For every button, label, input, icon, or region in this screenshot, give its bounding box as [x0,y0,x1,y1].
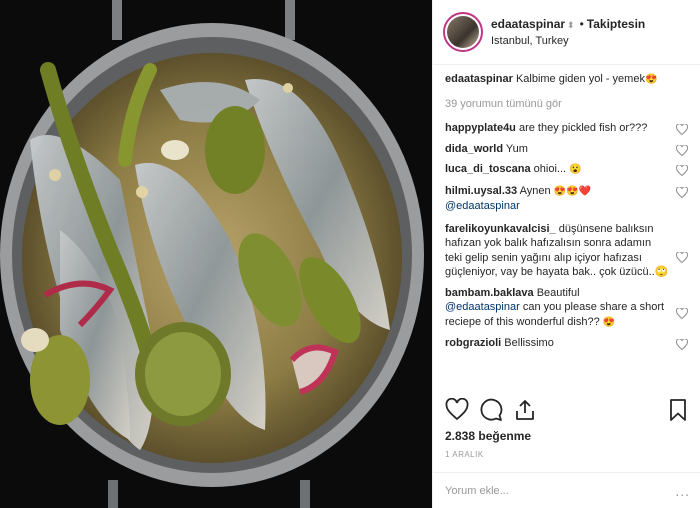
like-comment-heart-icon[interactable] [676,165,688,176]
view-all-comments-link[interactable]: 39 yorumun tümünü gör [445,97,688,112]
caption-text: Kalbime giden yol - yemek [515,73,645,85]
comment-item: bambam.baklava Beautiful @edaataspinar c… [445,286,688,331]
comment-emoji: 😍😍❤️ [553,185,592,197]
comment-username[interactable]: happyplate4u [445,122,516,134]
comment-text: Yum [505,142,528,155]
comment-item: farelikoyunkavalcisi_ düşünsene balıksın… [445,222,688,280]
separator-dot: • [579,16,584,31]
comment-input[interactable] [445,484,676,497]
comment-username[interactable]: dida_world [445,143,503,155]
comment-text: Bellissimo [504,337,554,349]
action-bar [445,396,690,424]
like-comment-heart-icon[interactable] [676,124,688,135]
comment-item: happyplate4u are they pickled fish or??? [445,121,688,136]
caption-emoji: 😍 [644,74,658,85]
comment-text: are they pickled fish or??? [518,122,648,134]
more-options-icon[interactable]: ... [675,483,690,499]
bookmark-icon[interactable] [666,398,690,422]
comment-emoji: 😍 [602,316,616,328]
like-comment-heart-icon[interactable] [676,251,688,263]
location-link[interactable]: Istanbul, Turkey [491,33,645,49]
like-comment-heart-icon[interactable] [676,307,688,319]
like-comment-heart-icon[interactable] [676,339,688,350]
comment-item: dida_world Yum [445,142,688,157]
comment-text: Aynen [519,184,551,197]
comment-list: edaataspinar Kalbime giden yol - yemek😍 … [433,66,700,388]
likes-count[interactable]: 2.838 beğenme [445,429,531,443]
post-date: 1 ARALIK [445,450,484,459]
comment-text: ohioi... [533,163,567,175]
avatar[interactable] [443,12,483,52]
comment-text: Beautiful [536,286,580,299]
instagram-post: edaataspinar ⬍ • Takiptesin Istanbul, Turke… [0,0,700,508]
caption: edaataspinar Kalbime giden yol - yemek😍 [445,72,688,88]
comment-mention[interactable]: @edaataspinar [445,301,520,313]
comment-username[interactable]: robgrazioli [445,337,501,349]
comment-item: luca_di_toscana ohioi... 😮 [445,162,688,178]
post-sidebar: edaataspinar ⬍ • Takiptesin Istanbul, Turke… [432,0,700,508]
comment-icon[interactable] [479,398,503,422]
like-comment-heart-icon[interactable] [676,186,688,198]
comment-emoji: 😮 [569,164,582,175]
fish-dish-image [0,0,432,508]
heart-icon[interactable] [445,398,469,422]
header-username[interactable]: edaataspinar [491,17,565,31]
comment-item: robgrazioli Bellissimo [445,336,688,351]
like-comment-heart-icon[interactable] [676,144,688,156]
comment-item: hilmi.uysal.33 Aynen 😍😍❤️ @edaataspinar [445,184,688,214]
comment-composer: ... [433,472,700,508]
comment-username[interactable]: luca_di_toscana [445,163,531,175]
follow-status-button[interactable]: Takiptesin [587,17,645,31]
comment-username[interactable]: farelikoyunkavalcisi_ [445,223,556,235]
comment-username[interactable]: bambam.baklava [445,287,534,299]
comment-mention[interactable]: @edaataspinar [445,200,520,212]
updown-icon: ⬍ [567,19,575,30]
share-icon[interactable] [513,398,537,422]
caption-username[interactable]: edaataspinar [445,73,513,85]
comment-username[interactable]: hilmi.uysal.33 [445,185,517,197]
post-header: edaataspinar ⬍ • Takiptesin Istanbul, Turke… [433,0,700,65]
post-photo[interactable] [0,0,432,508]
